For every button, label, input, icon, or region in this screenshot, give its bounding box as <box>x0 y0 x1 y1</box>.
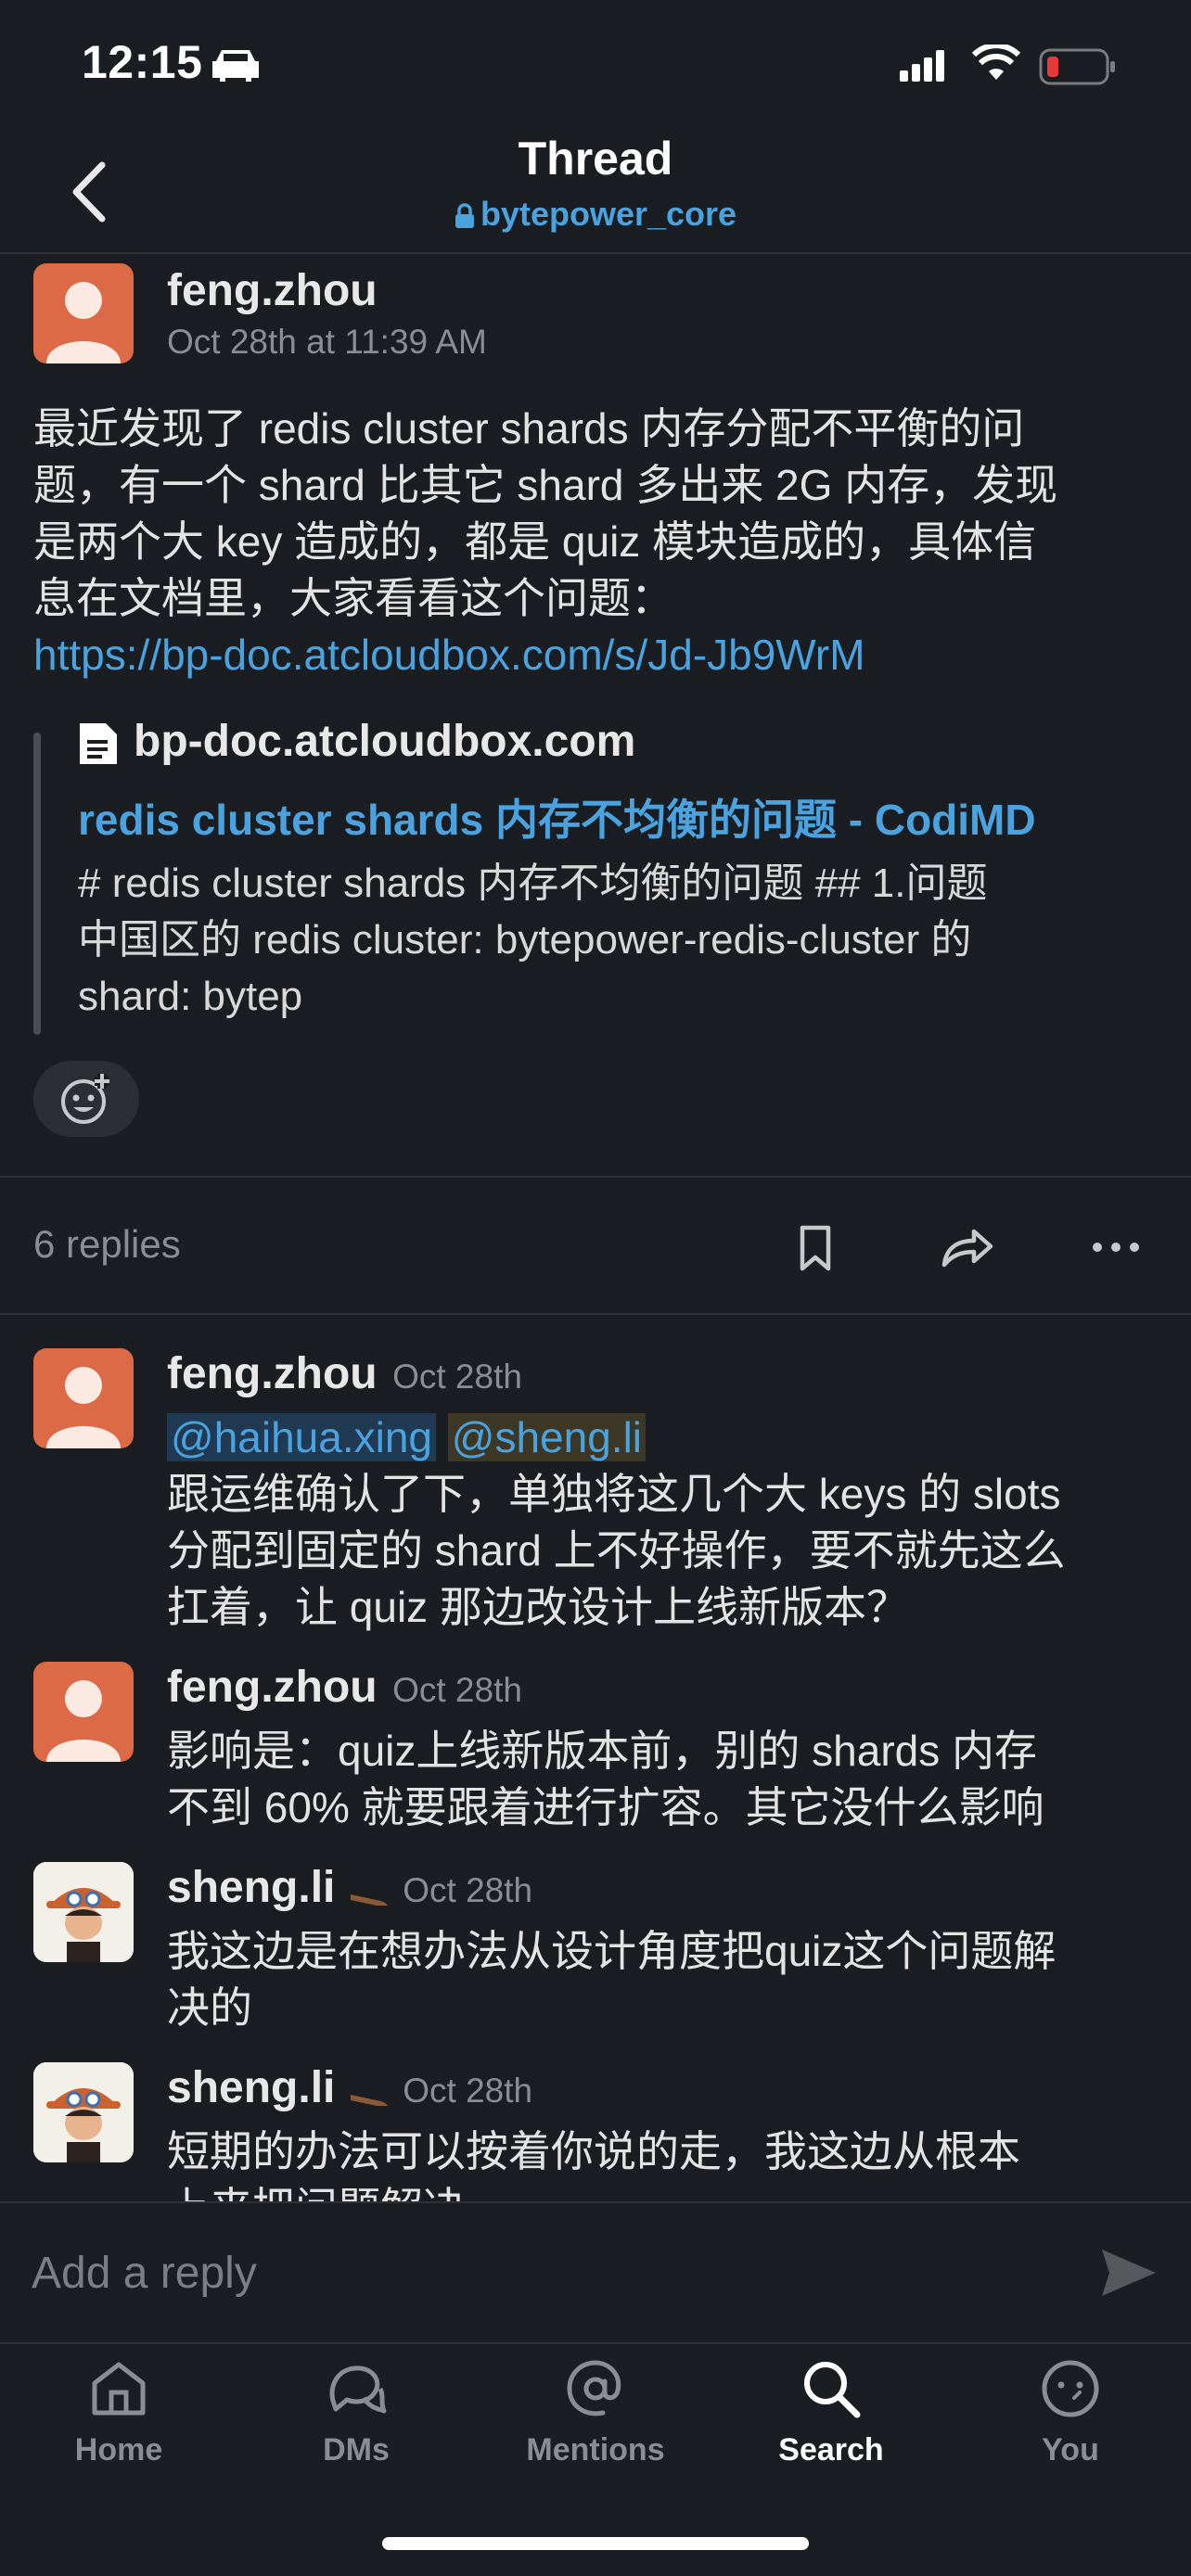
reply-author[interactable]: sheng.li <box>167 1863 335 1912</box>
status-time: 12:15 <box>82 36 203 88</box>
default-avatar-icon <box>46 1680 121 1762</box>
preview-line: 中国区的 redis cluster: bytepower-redis-clus… <box>78 917 972 963</box>
tab-label: Mentions <box>526 2432 665 2468</box>
doc-link[interactable]: https://bp-doc.atcloudbox.com/s/Jd-Jb9Wr… <box>33 627 1165 683</box>
add-reaction-icon <box>61 1074 109 1124</box>
tab-search[interactable]: Search <box>748 2355 915 2468</box>
tab-mentions[interactable]: Mentions <box>512 2355 679 2468</box>
send-icon[interactable] <box>1098 2244 1159 2302</box>
bookmark-icon[interactable] <box>783 1215 848 1280</box>
add-reaction-button[interactable] <box>33 1061 139 1137</box>
reply-timestamp: Oct 28th <box>403 2072 533 2110</box>
lock-icon <box>455 203 474 229</box>
reply-body: @haihua.xing @sheng.li 跟运维确认了下，单独将这几个大 k… <box>167 1409 1169 1636</box>
message-line: 我这边是在想办法从设计角度把quiz这个问题解 <box>167 1927 1057 1975</box>
user-photo-icon <box>33 2062 134 2162</box>
document-icon <box>80 723 117 764</box>
message-line: 息在文档里，大家看看这个问题： <box>33 574 673 622</box>
preview-description: # redis cluster shards 内存不均衡的问题 ## 1.问题 … <box>78 855 1145 1025</box>
preview-line: # redis cluster shards 内存不均衡的问题 ## 1.问题 <box>78 861 988 906</box>
reply-header: sheng.li Oct 28th <box>167 2062 532 2113</box>
reply-input[interactable]: Add a reply <box>32 2248 257 2299</box>
avatar[interactable] <box>33 1348 134 1448</box>
reply-author[interactable]: sheng.li <box>167 2063 335 2112</box>
section-divider <box>0 1313 1191 1315</box>
reply-timestamp: Oct 28th <box>392 1358 522 1396</box>
header-divider <box>0 252 1191 254</box>
message-line: 短期的办法可以按着你说的走，我这边从根本 <box>167 2127 1020 2175</box>
section-divider <box>0 1176 1191 1178</box>
car-icon <box>212 50 259 82</box>
home-indicator <box>382 2537 809 2550</box>
more-options-icon[interactable] <box>1083 1215 1148 1280</box>
channel-name: bytepower_core <box>480 195 737 233</box>
mention-link[interactable]: @haihua.xing <box>167 1413 436 1461</box>
avatar[interactable] <box>33 1662 134 1762</box>
tab-dms[interactable]: DMs <box>273 2355 440 2468</box>
search-icon <box>804 2362 861 2418</box>
preview-title[interactable]: redis cluster shards 内存不均衡的问题 - CodiMD <box>78 786 1036 848</box>
wifi-icon <box>972 45 1020 80</box>
avatar[interactable] <box>33 2062 134 2162</box>
tabbar-divider <box>0 2342 1191 2344</box>
preview-domain: bp-doc.atcloudbox.com <box>134 717 636 766</box>
tab-label: Search <box>778 2432 884 2468</box>
message-body: 最近发现了 redis cluster shards 内存分配不平衡的问 题，有… <box>33 401 1165 683</box>
message-line: 扛着，让 quiz 那边改设计上线新版本？ <box>167 1583 909 1631</box>
message-line: 影响是：quiz上线新版本前，别的 shards 内存 <box>167 1727 1038 1775</box>
message-line: 上来把问题解决 <box>167 2180 1169 2201</box>
reply-timestamp: Oct 28th <box>403 1871 533 1909</box>
message-timestamp: Oct 28th at 11:39 AM <box>167 323 487 361</box>
status-emoji-icon <box>350 2094 388 2106</box>
message-line: 题，有一个 shard 比其它 shard 多出来 2G 内存，发现 <box>33 461 1058 509</box>
avatar[interactable] <box>33 1862 134 1962</box>
default-avatar-icon <box>46 282 121 363</box>
message-line: 决的 <box>167 1983 252 2032</box>
channel-link[interactable]: bytepower_core <box>0 195 1191 234</box>
reply-body: 我这边是在想办法从设计角度把quiz这个问题解 决的 <box>167 1923 1169 2036</box>
reply-body: 影响是：quiz上线新版本前，别的 shards 内存 不到 60% 就要跟着进… <box>167 1723 1169 1836</box>
reply-header: feng.zhou Oct 28th <box>167 1348 522 1399</box>
reply-timestamp: Oct 28th <box>392 1671 522 1709</box>
user-photo-icon <box>33 1862 134 1962</box>
preview-line: shard: bytep <box>78 974 303 1019</box>
reply-header: feng.zhou Oct 28th <box>167 1662 522 1713</box>
tab-label: Home <box>74 2432 163 2468</box>
mentions-line: @haihua.xing @sheng.li <box>167 1409 1169 1466</box>
composer-divider <box>0 2201 1191 2203</box>
cellular-signal-icon <box>900 50 944 82</box>
reply-author[interactable]: feng.zhou <box>167 1663 378 1712</box>
share-icon[interactable] <box>933 1215 998 1280</box>
message-line: 是两个大 key 造成的，都是 quiz 模块造成的，具体信 <box>33 517 1037 566</box>
message-author[interactable]: feng.zhou <box>167 265 378 316</box>
message-line: 不到 60% 就要跟着进行扩容。其它没什么影响 <box>167 1783 1044 1831</box>
home-icon <box>92 2362 146 2416</box>
reply-header: sheng.li Oct 28th <box>167 1862 532 1913</box>
tab-home[interactable]: Home <box>35 2355 202 2468</box>
mentions-icon <box>567 2360 621 2417</box>
dms-icon <box>329 2366 387 2414</box>
tab-label: DMs <box>323 2432 390 2468</box>
message-line: 分配到固定的 shard 上不好操作，要不就先这么 <box>167 1526 1066 1575</box>
message-line: 最近发现了 redis cluster shards 内存分配不平衡的问 <box>33 404 1025 453</box>
replies-count: 6 replies <box>33 1222 181 1266</box>
battery-icon <box>1039 48 1115 85</box>
reply-body: 短期的办法可以按着你说的走，我这边从根本 上来把问题解决 <box>167 2123 1169 2201</box>
thread-title: Thread <box>518 133 673 185</box>
avatar[interactable] <box>33 263 134 363</box>
preview-quote-bar <box>33 733 41 1035</box>
reply-author[interactable]: feng.zhou <box>167 1349 378 1398</box>
status-emoji-icon <box>350 1894 388 1906</box>
you-icon <box>1042 2360 1099 2417</box>
tab-label: You <box>1042 2432 1099 2468</box>
mention-link[interactable]: @sheng.li <box>447 1413 647 1461</box>
default-avatar-icon <box>46 1367 121 1448</box>
message-line: 跟运维确认了下，单独将这几个大 keys 的 slots <box>167 1470 1061 1518</box>
reply-clip-region: sheng.li Oct 28th 短期的办法可以按着你说的走，我这边从根本 上… <box>0 2051 1191 2201</box>
tab-you[interactable]: You <box>987 2355 1154 2468</box>
